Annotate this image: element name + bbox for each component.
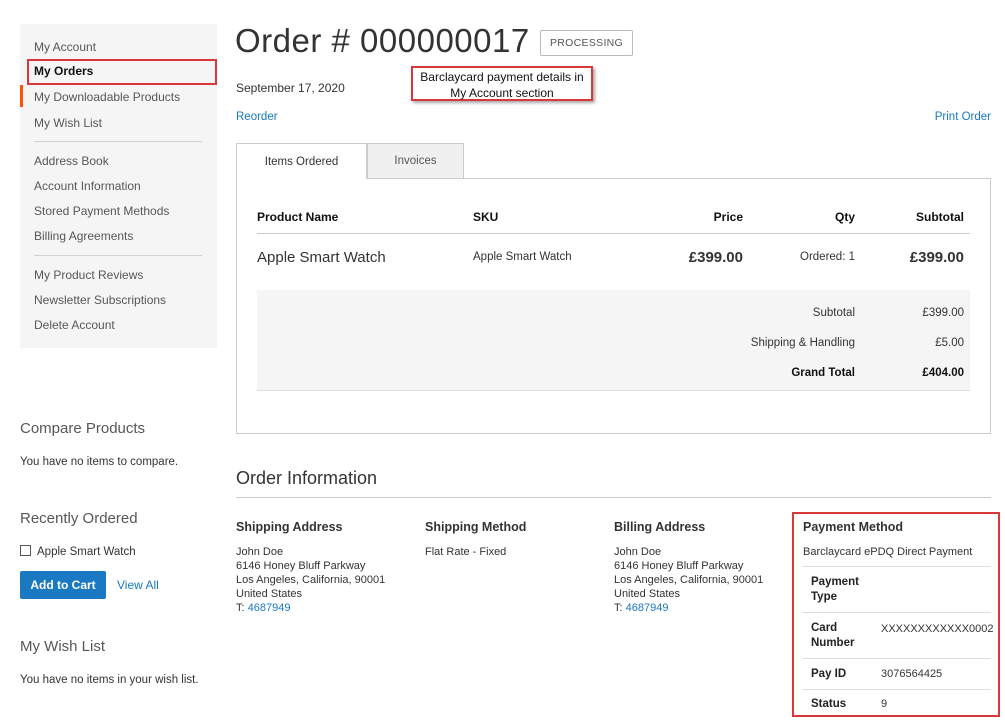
callout-line-2: My Account section (450, 86, 554, 100)
nav-item-newsletter[interactable]: Newsletter Subscriptions (34, 293, 166, 307)
wish-list-empty-text: You have no items in your wish list. (20, 674, 199, 686)
payment-method-name: Barclaycard ePDQ Direct Payment (803, 546, 973, 558)
status-label: Status (811, 698, 847, 710)
shipping-phone: T: 4687949 (236, 601, 385, 615)
current-indicator (20, 85, 23, 107)
compare-empty-text: You have no items to compare. (20, 456, 179, 468)
order-date: September 17, 2020 (236, 81, 345, 95)
shipping-address-line: 6146 Honey Bluff Parkway (236, 560, 366, 572)
col-header-product: Product Name (257, 210, 339, 224)
nav-divider (34, 255, 202, 256)
billing-address: John Doe 6146 Honey Bluff Parkway Los An… (614, 545, 763, 615)
add-to-cart-button[interactable]: Add to Cart (20, 571, 106, 599)
shipping-phone-link[interactable]: 4687949 (248, 602, 291, 614)
payment-type-label: Payment Type (811, 576, 859, 603)
wish-list-title: My Wish List (20, 638, 106, 655)
recently-ordered-item: Apple Smart Watch (20, 545, 136, 558)
shipping-address-line: Los Angeles, California, 90001 (236, 574, 386, 586)
col-header-price: Price (713, 210, 743, 224)
phone-prefix: T: (614, 602, 626, 614)
item-qty: Ordered: 1 (800, 251, 855, 263)
shipping-address-title: Shipping Address (236, 520, 343, 534)
view-all-link[interactable]: View All (117, 578, 159, 592)
tab-invoices[interactable]: Invoices (367, 143, 464, 179)
card-number-label: Card Number (811, 622, 855, 649)
shipping-address-line: United States (236, 588, 303, 600)
billing-address-line: 6146 Honey Bluff Parkway (614, 560, 744, 572)
nav-item-stored-payment[interactable]: Stored Payment Methods (34, 204, 169, 218)
tab-items-ordered[interactable]: Items Ordered (236, 143, 367, 179)
callout-line-1: Barclaycard payment details in (420, 70, 584, 84)
nav-item-my-account[interactable]: My Account (34, 40, 96, 54)
item-sku: Apple Smart Watch (473, 251, 572, 263)
print-order-link[interactable]: Print Order (935, 111, 991, 123)
billing-address-line: United States (614, 588, 681, 600)
checkbox[interactable] (20, 545, 31, 556)
shipping-label: Shipping & Handling (750, 337, 855, 349)
order-status-badge: PROCESSING (540, 30, 634, 56)
nav-item-downloadable[interactable]: My Downloadable Products (34, 90, 180, 104)
payment-method-highlight-box (792, 512, 1000, 717)
billing-phone-link[interactable]: 4687949 (626, 602, 669, 614)
nav-item-address-book[interactable]: Address Book (34, 154, 109, 168)
nav-item-delete-account[interactable]: Delete Account (34, 318, 115, 332)
col-header-sku: SKU (473, 210, 499, 224)
col-header-qty: Qty (834, 210, 855, 224)
payment-row-divider (803, 658, 991, 659)
annotation-callout: Barclaycard payment details in My Accoun… (411, 66, 593, 101)
shipping-method-value: Flat Rate - Fixed (425, 546, 507, 558)
status-value: 9 (881, 698, 888, 710)
table-header-divider (257, 233, 970, 234)
payment-row-divider (803, 566, 991, 567)
card-number-value: XXXXXXXXXXXX0002 (881, 623, 994, 635)
order-information-title: Order Information (236, 468, 378, 488)
recently-ordered-item-label[interactable]: Apple Smart Watch (37, 546, 136, 558)
page-title: Order # 000000017 (235, 22, 530, 59)
my-orders-highlight-box (27, 59, 217, 85)
payment-row-divider (803, 612, 991, 613)
billing-address-line: John Doe (614, 546, 662, 558)
pay-id-label: Pay ID (811, 668, 847, 680)
item-price: £399.00 (688, 249, 743, 266)
shipping-address: John Doe 6146 Honey Bluff Parkway Los An… (236, 545, 385, 615)
payment-method-title: Payment Method (803, 520, 904, 534)
nav-item-account-info[interactable]: Account Information (34, 179, 141, 193)
order-information-divider (236, 497, 991, 498)
shipping-value: £5.00 (935, 337, 964, 349)
shipping-method-title: Shipping Method (425, 520, 527, 534)
billing-phone: T: 4687949 (614, 601, 763, 615)
nav-item-product-reviews[interactable]: My Product Reviews (34, 268, 143, 282)
nav-item-wish-list[interactable]: My Wish List (34, 116, 102, 130)
pay-id-value: 3076564425 (881, 668, 943, 680)
reorder-link[interactable]: Reorder (236, 111, 278, 123)
billing-address-line: Los Angeles, California, 90001 (614, 574, 764, 586)
grand-total-value: £404.00 (922, 367, 964, 379)
phone-prefix: T: (236, 602, 248, 614)
recently-ordered-title: Recently Ordered (20, 510, 138, 527)
grand-total-label: Grand Total (791, 367, 855, 379)
billing-address-title: Billing Address (614, 520, 706, 534)
col-header-subtotal: Subtotal (916, 210, 964, 224)
payment-row-divider (803, 689, 991, 690)
nav-divider (34, 141, 202, 142)
shipping-address-line: John Doe (236, 546, 284, 558)
item-subtotal: £399.00 (909, 249, 964, 266)
subtotal-value: £399.00 (922, 307, 964, 319)
subtotal-label: Subtotal (812, 307, 855, 319)
compare-products-title: Compare Products (20, 420, 146, 437)
nav-item-billing-agreements[interactable]: Billing Agreements (34, 229, 133, 243)
order-totals (257, 290, 970, 391)
item-product-name: Apple Smart Watch (257, 249, 386, 266)
